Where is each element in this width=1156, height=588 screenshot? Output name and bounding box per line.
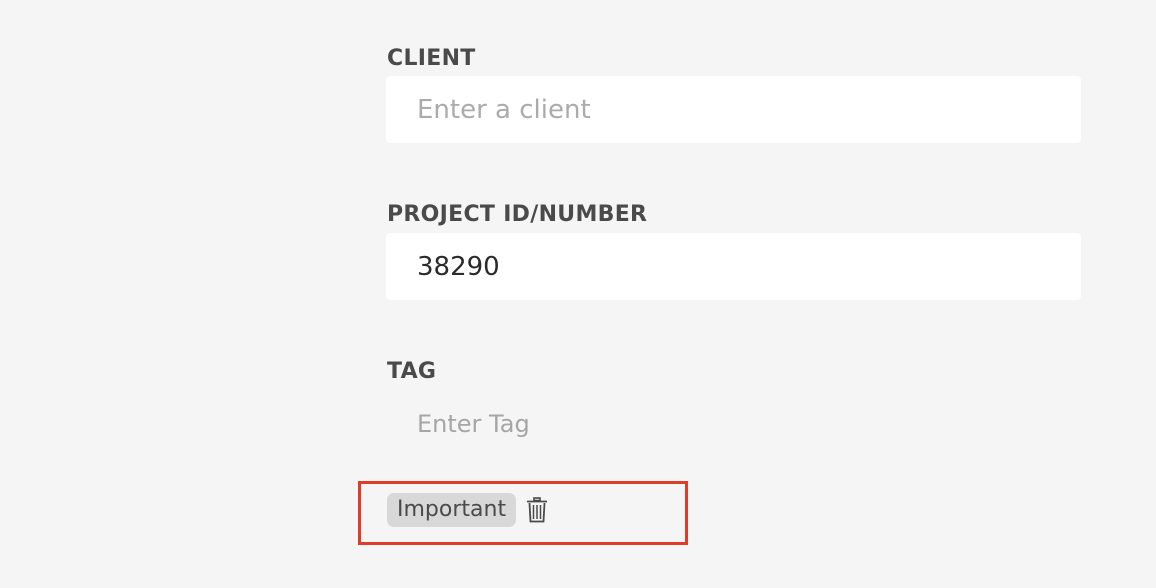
tag-chip-important[interactable]: Important <box>387 493 517 527</box>
client-input[interactable] <box>386 76 1081 143</box>
trash-icon[interactable] <box>526 497 548 523</box>
client-label: CLIENT <box>387 46 476 71</box>
project-id-label: PROJECT ID/NUMBER <box>387 202 648 227</box>
project-id-input[interactable] <box>386 233 1081 300</box>
tag-input[interactable] <box>386 399 786 449</box>
tag-label: TAG <box>387 359 437 384</box>
